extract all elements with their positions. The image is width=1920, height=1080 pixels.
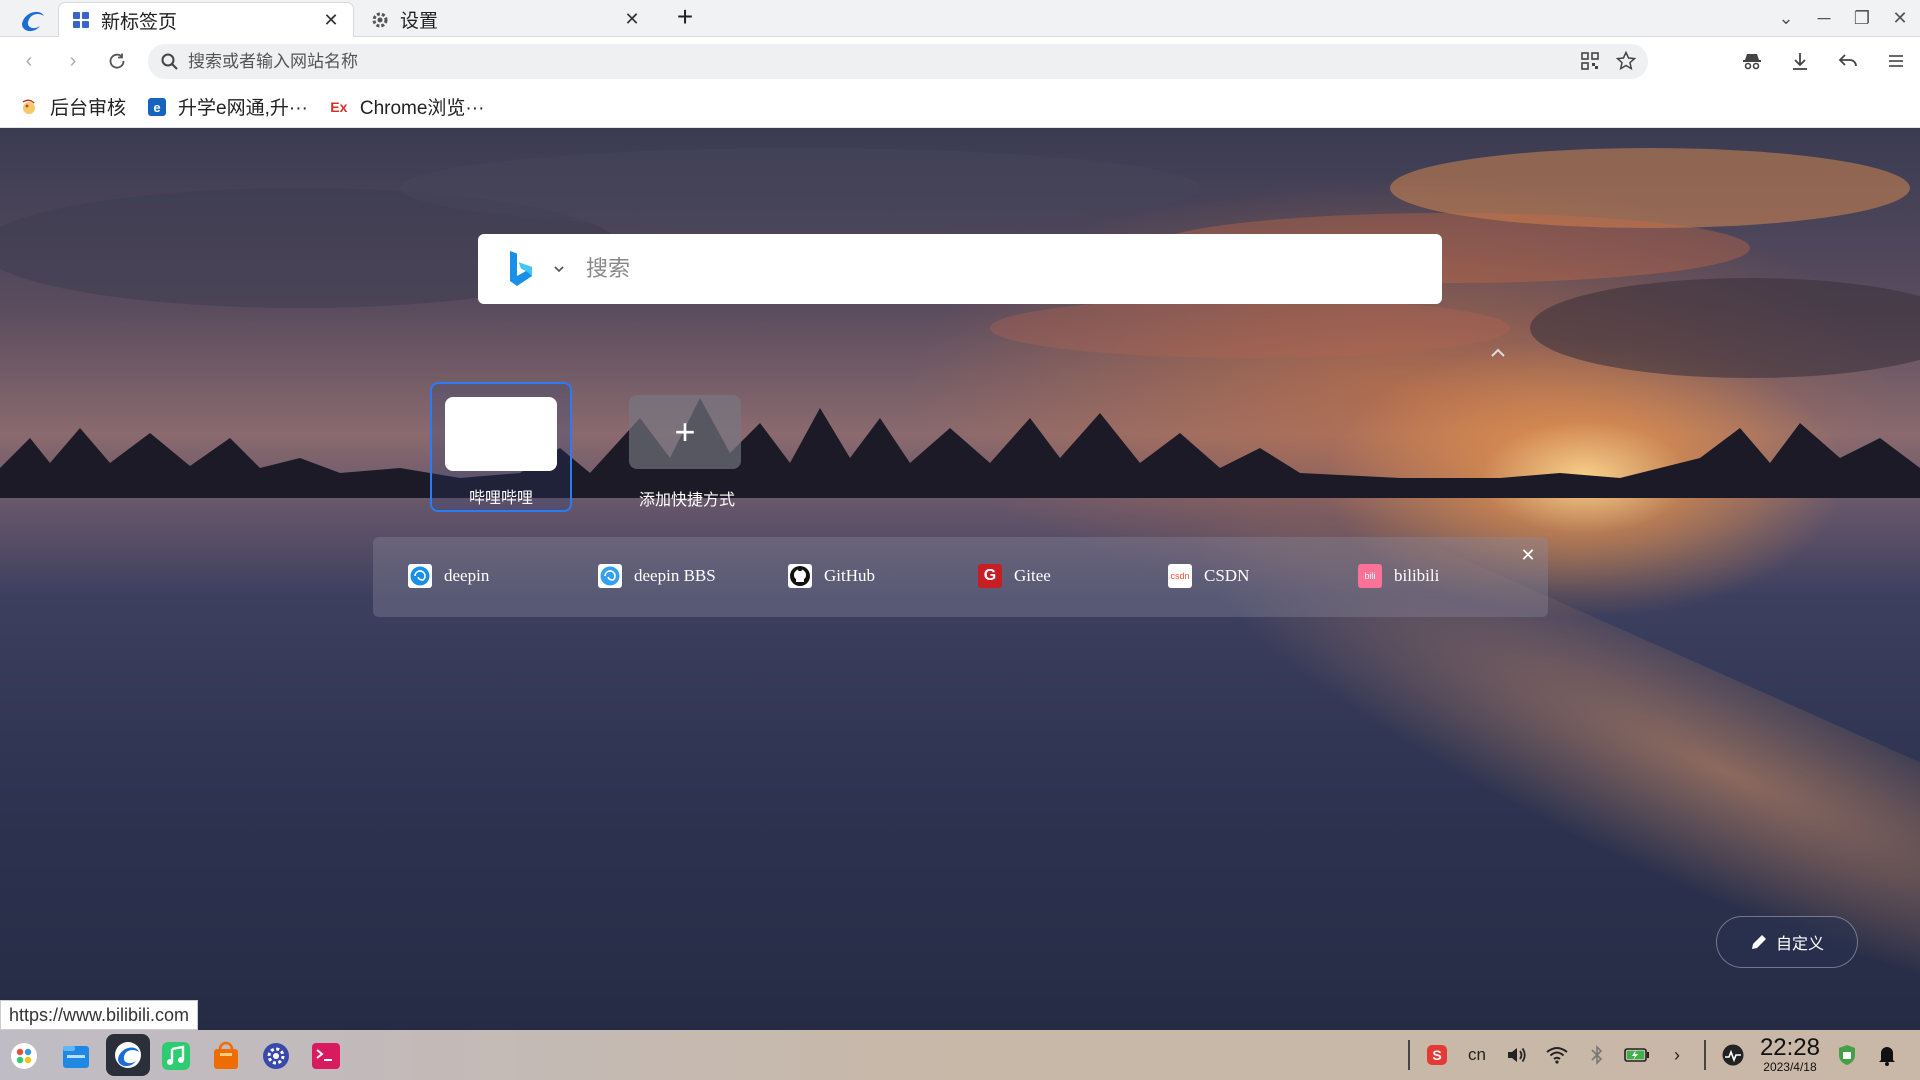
grid-icon xyxy=(71,10,91,30)
browser-taskbar-icon[interactable] xyxy=(106,1034,150,1076)
shortcut-thumbnail xyxy=(445,397,557,471)
bookmarks-bar: 后台审核 e 升学e网通,升··· Ex Chrome浏览··· xyxy=(0,86,1920,128)
download-icon[interactable] xyxy=(1786,47,1814,75)
chevron-down-icon[interactable] xyxy=(552,262,566,276)
bluetooth-icon[interactable] xyxy=(1584,1042,1610,1068)
tab-strip: 新标签页 ✕ 设置 ✕ + ⌄ ─ ❐ ✕ xyxy=(0,0,1920,37)
reload-button[interactable] xyxy=(102,46,132,76)
svg-text:e: e xyxy=(153,100,160,115)
tab-list-chevron-icon[interactable]: ⌄ xyxy=(1774,4,1798,32)
site-deepin-bbs[interactable]: deepin BBS xyxy=(598,564,716,588)
deepin-bbs-icon xyxy=(598,564,622,588)
undo-icon[interactable] xyxy=(1834,47,1862,75)
site-csdn[interactable]: csdn CSDN xyxy=(1168,564,1249,588)
restore-icon[interactable]: ❐ xyxy=(1850,4,1874,32)
deepin-icon xyxy=(408,564,432,588)
clock[interactable]: 22:28 2023/4/18 xyxy=(1759,1034,1820,1075)
forward-button[interactable]: › xyxy=(58,46,88,76)
tab-close-icon[interactable]: ✕ xyxy=(321,10,341,31)
sites-bar-close-icon[interactable]: ✕ xyxy=(1518,545,1538,565)
background-treeline xyxy=(0,398,1920,498)
reload-icon xyxy=(109,53,125,69)
bing-logo-icon[interactable] xyxy=(506,249,536,289)
volume-icon[interactable] xyxy=(1504,1042,1530,1068)
tab-label: 设置 xyxy=(400,11,439,32)
tab-close-icon[interactable]: ✕ xyxy=(622,9,642,30)
sogou-input-icon[interactable]: S xyxy=(1424,1042,1450,1068)
collapse-chevron-up-icon[interactable] xyxy=(1485,340,1511,366)
shortcut-bilibili[interactable]: 哔哩哔哩 xyxy=(430,382,572,512)
control-center-icon[interactable] xyxy=(258,1038,294,1074)
qr-code-icon[interactable] xyxy=(1578,49,1602,73)
wifi-icon[interactable] xyxy=(1544,1042,1570,1068)
system-tray: S cn › 22:28 2023/4/18 xyxy=(1407,1030,1900,1080)
close-window-icon[interactable]: ✕ xyxy=(1888,4,1912,32)
notification-bell-icon[interactable] xyxy=(1874,1042,1900,1068)
toolbar: ‹ › xyxy=(0,37,1920,86)
gear-icon xyxy=(370,10,390,30)
svg-text:S: S xyxy=(1432,1047,1441,1063)
search-icon xyxy=(161,53,178,70)
browser-logo-icon[interactable] xyxy=(18,6,46,32)
tab-label: 新标签页 xyxy=(101,11,178,33)
tab-new-tab[interactable]: 新标签页 ✕ xyxy=(58,2,354,37)
tab-settings[interactable]: 设置 ✕ xyxy=(358,2,654,37)
site-github[interactable]: GitHub xyxy=(788,564,875,588)
sites-bar: deepin deepin BBS GitHub G Gitee csdn CS… xyxy=(373,537,1548,617)
battery-icon[interactable] xyxy=(1624,1042,1650,1068)
tray-separator xyxy=(1407,1040,1410,1070)
extension-ex-icon: Ex xyxy=(330,98,348,115)
customize-button[interactable]: 自定义 xyxy=(1716,916,1858,968)
file-manager-icon[interactable] xyxy=(58,1038,94,1074)
security-shield-icon[interactable] xyxy=(1834,1042,1860,1068)
address-input[interactable] xyxy=(188,51,1488,72)
incognito-icon[interactable] xyxy=(1738,47,1766,75)
bookmark-item[interactable]: e 升学e网通,升··· xyxy=(146,93,308,120)
app-store-icon[interactable] xyxy=(208,1038,244,1074)
csdn-icon: csdn xyxy=(1168,564,1192,588)
pencil-icon xyxy=(1751,935,1766,949)
clock-time: 22:28 xyxy=(1759,1034,1820,1061)
search-input[interactable] xyxy=(586,256,1366,282)
new-tab-button[interactable]: + xyxy=(670,3,700,33)
bookmark-star-icon[interactable] xyxy=(1614,49,1638,73)
chevron-right-icon[interactable]: › xyxy=(1664,1042,1690,1068)
terminal-icon[interactable] xyxy=(308,1038,344,1074)
shortcut-label: 添加快捷方式 xyxy=(638,492,735,509)
e-school-icon: e xyxy=(146,96,168,118)
tray-separator xyxy=(1703,1040,1706,1070)
music-icon[interactable] xyxy=(158,1038,194,1074)
bird-icon xyxy=(18,96,40,118)
clock-date: 2023/4/18 xyxy=(1763,1060,1817,1074)
customize-label: 自定义 xyxy=(1775,936,1824,953)
site-deepin[interactable]: deepin xyxy=(408,564,489,588)
status-url-bubble: https://www.bilibili.com xyxy=(0,1000,199,1030)
site-bilibili[interactable]: bili bilibili xyxy=(1358,564,1439,588)
back-button[interactable]: ‹ xyxy=(14,46,44,76)
shortcut-label: 哔哩哔哩 xyxy=(468,490,533,507)
input-method-label[interactable]: cn xyxy=(1464,1042,1490,1068)
system-monitor-icon[interactable] xyxy=(1720,1042,1746,1068)
bookmark-item[interactable]: Ex Chrome浏览··· xyxy=(328,93,484,120)
address-bar[interactable] xyxy=(148,44,1648,79)
taskbar: S cn › 22:28 2023/4/18 xyxy=(0,1030,1920,1080)
menu-icon[interactable] xyxy=(1882,47,1910,75)
site-gitee[interactable]: G Gitee xyxy=(978,564,1051,588)
launcher-icon[interactable] xyxy=(6,1038,42,1074)
minimize-icon[interactable]: ─ xyxy=(1812,4,1836,32)
plus-icon: + xyxy=(629,395,741,469)
add-shortcut-button[interactable]: + 添加快捷方式 xyxy=(616,382,758,512)
github-icon xyxy=(788,564,812,588)
window-controls: ⌄ ─ ❐ ✕ xyxy=(1774,4,1912,32)
gitee-icon: G xyxy=(978,564,1002,588)
bookmark-item[interactable]: 后台审核 xyxy=(18,93,126,120)
bilibili-icon: bili xyxy=(1358,564,1382,588)
search-box[interactable] xyxy=(478,234,1442,304)
